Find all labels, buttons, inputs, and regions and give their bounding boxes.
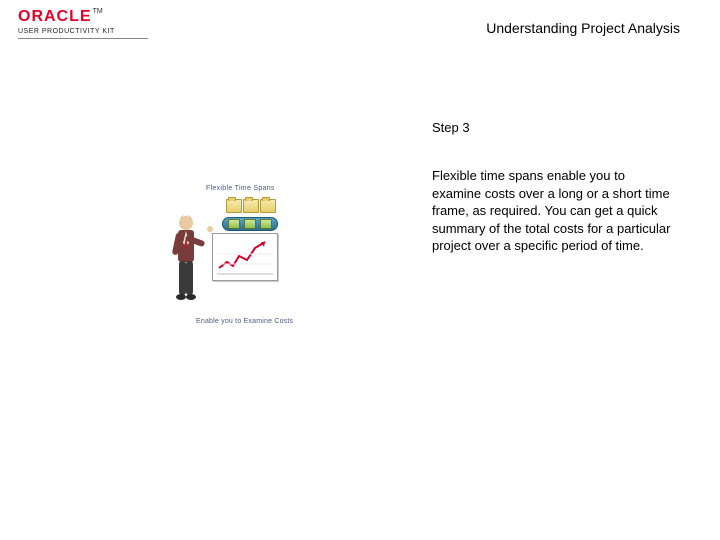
product-line-label: USER PRODUCTIVITY KIT <box>18 28 148 39</box>
illustration-caption-top: Flexible Time Spans <box>206 185 275 192</box>
presenter-person-icon <box>170 213 214 309</box>
header: ORACLETM USER PRODUCTIVITY KIT Understan… <box>0 0 720 48</box>
content-block: Step 3 Flexible time spans enable you to… <box>432 120 672 255</box>
body-paragraph: Flexible time spans enable you to examin… <box>432 167 672 255</box>
folders-icon <box>226 199 277 218</box>
page-title: Understanding Project Analysis <box>486 20 680 36</box>
chart-board-icon <box>212 233 278 281</box>
trademark-symbol: TM <box>93 8 103 15</box>
brand-logo: ORACLETM USER PRODUCTIVITY KIT <box>18 8 148 39</box>
trend-line-icon <box>217 238 273 276</box>
illustration-caption-bottom: Enable you to Examine Costs <box>196 318 293 325</box>
timeline-pill-icon <box>222 217 278 231</box>
step-label: Step 3 <box>432 120 672 135</box>
brand-wordmark: ORACLE <box>18 8 92 26</box>
concept-illustration: Flexible Time Spans Enable you to Examin… <box>170 185 320 325</box>
